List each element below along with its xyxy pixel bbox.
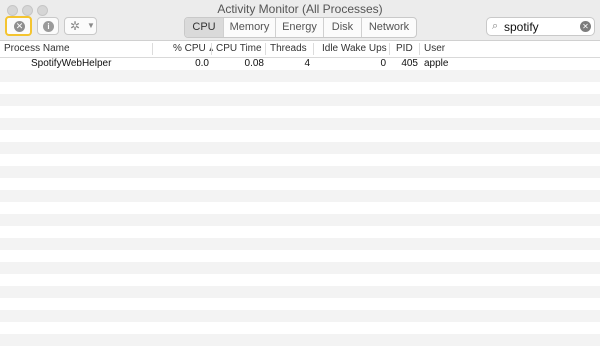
chevron-down-icon: ▼ [87,21,95,30]
column-separator[interactable] [152,43,153,55]
gear-icon: ✲ [70,19,81,33]
empty-row [0,214,600,226]
empty-row [0,82,600,94]
column-header-cpu[interactable]: % CPU▲ [173,43,215,54]
column-header-cpu-time[interactable]: CPU Time [216,43,262,54]
empty-row [0,142,600,154]
clear-search-icon[interactable]: ✕ [580,21,591,32]
process-table: SpotifyWebHelper 0.0 0.08 4 0 405 apple [0,58,600,362]
tab-cpu[interactable]: CPU [185,18,224,37]
tab-bar: CPU Memory Energy Disk Network [184,17,417,38]
empty-row [0,190,600,202]
search-field[interactable]: ⌕ spotify ✕ [486,17,595,36]
empty-row [0,238,600,250]
column-header-idle-wake-ups[interactable]: Idle Wake Ups [322,43,387,54]
empty-row [0,310,600,322]
empty-row [0,274,600,286]
window-title: Activity Monitor (All Processes) [217,2,383,16]
search-icon: ⌕ [492,20,499,32]
toolbar: Activity Monitor (All Processes) ✕ i ✲ ▼… [0,0,600,41]
empty-row [0,166,600,178]
empty-row [0,334,600,346]
tab-energy[interactable]: Energy [276,18,324,37]
column-header-cpu-label: % CPU [173,43,206,54]
empty-row [0,226,600,238]
empty-row [0,322,600,334]
empty-row [0,250,600,262]
empty-row [0,130,600,142]
inspect-process-button[interactable]: i [37,17,59,35]
info-icon: i [43,21,54,32]
empty-row [0,298,600,310]
activity-monitor-window: Activity Monitor (All Processes) ✕ i ✲ ▼… [0,0,600,362]
empty-row [0,70,600,82]
column-separator[interactable] [389,43,390,55]
empty-row [0,346,600,358]
column-header-threads[interactable]: Threads [270,43,307,54]
empty-row [0,178,600,190]
tab-network[interactable]: Network [362,18,416,37]
stop-process-icon: ✕ [14,21,25,32]
tab-memory[interactable]: Memory [224,18,276,37]
table-header: Process Name % CPU▲ CPU Time Threads Idl… [0,41,600,58]
process-name-cell: SpotifyWebHelper [31,58,112,69]
empty-row [0,118,600,130]
cpu-cell: 0.0 [195,58,209,69]
empty-row [0,154,600,166]
column-header-pid[interactable]: PID [396,43,413,54]
empty-row [0,202,600,214]
empty-row [0,106,600,118]
column-header-process-name[interactable]: Process Name [4,43,70,54]
empty-row [0,262,600,274]
idle-wake-ups-cell: 0 [380,58,386,69]
column-separator[interactable] [313,43,314,55]
column-separator[interactable] [211,43,212,55]
column-separator[interactable] [265,43,266,55]
empty-row [0,286,600,298]
search-input[interactable]: spotify [504,20,539,34]
tab-disk[interactable]: Disk [324,18,362,37]
table-row[interactable]: SpotifyWebHelper 0.0 0.08 4 0 405 apple [0,58,600,70]
column-separator[interactable] [419,43,420,55]
column-header-user[interactable]: User [424,43,445,54]
action-menu-button[interactable]: ✲ ▼ [64,17,97,35]
user-cell: apple [424,58,449,69]
empty-row [0,94,600,106]
pid-cell: 405 [401,58,418,69]
stop-process-button[interactable]: ✕ [5,16,32,36]
threads-cell: 4 [304,58,310,69]
cpu-time-cell: 0.08 [244,58,264,69]
